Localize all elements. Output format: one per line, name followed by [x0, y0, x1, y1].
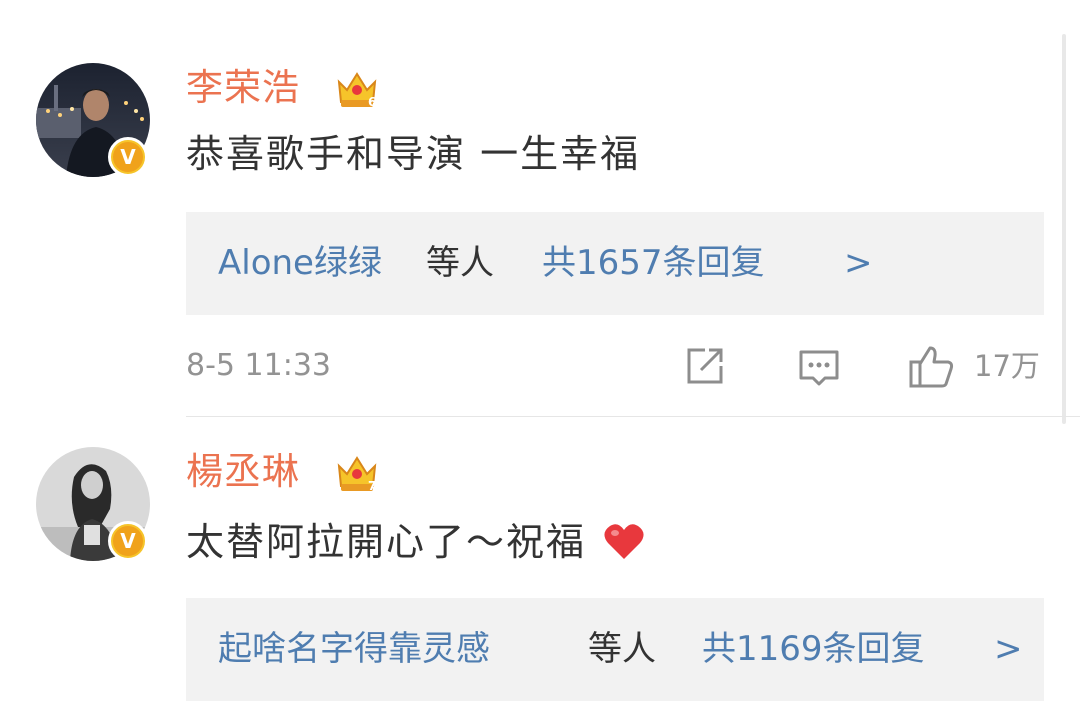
reply-names[interactable]: Alone绿绿 [218, 240, 382, 286]
chevron-right-icon: > [844, 243, 873, 283]
reply-count[interactable]: 共1657条回复 [542, 240, 765, 286]
verified-badge: V [108, 521, 148, 561]
scrollbar[interactable] [1062, 34, 1066, 424]
share-icon[interactable] [683, 344, 727, 388]
comment-text-content: 太替阿拉開心了～祝福 [186, 520, 587, 564]
thumbs-up-icon[interactable] [908, 342, 956, 390]
crown-icon: 7 [337, 456, 376, 493]
chevron-right-icon: > [994, 629, 1023, 669]
reply-summary[interactable]: 起啥名字得靠灵感 等人 共1169条回复 > [186, 598, 1044, 701]
username[interactable]: 李荣浩 [186, 66, 300, 110]
svg-text:6: 6 [368, 95, 376, 109]
username[interactable]: 楊丞琳 [186, 450, 300, 494]
avatar[interactable]: V [36, 447, 150, 561]
red-heart-emoji [604, 524, 644, 559]
crown-icon: 6 [337, 72, 376, 109]
timestamp: 8-5 11:33 [186, 348, 331, 383]
avatar[interactable]: V [36, 63, 150, 177]
reply-summary[interactable]: Alone绿绿 等人 共1657条回复 > [186, 212, 1044, 315]
verified-badge: V [108, 137, 148, 177]
divider [186, 416, 1080, 417]
comment-text: 恭喜歌手和导演 一生幸福 [186, 132, 641, 176]
comment-icon[interactable] [797, 346, 841, 390]
reply-count[interactable]: 共1169条回复 [702, 626, 925, 672]
reply-names[interactable]: 起啥名字得靠灵感 [218, 626, 490, 672]
svg-text:7: 7 [368, 479, 376, 493]
comment-text: 太替阿拉開心了～祝福 [186, 519, 646, 565]
reply-suffix: 等人 [426, 243, 494, 283]
reply-suffix: 等人 [588, 629, 656, 669]
like-count: 17万 [974, 349, 1040, 383]
